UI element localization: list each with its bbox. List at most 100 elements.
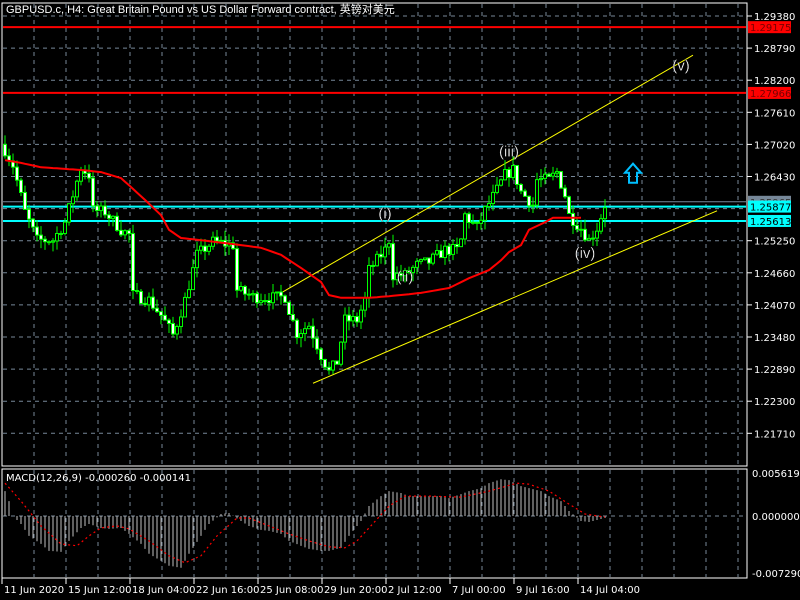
- price-tick-label: 1.24660: [754, 269, 795, 280]
- candle-bear: [135, 290, 139, 293]
- candle-bear: [107, 214, 111, 219]
- candle-bear: [255, 293, 259, 304]
- candle-bear: [391, 243, 395, 281]
- candle-bull: [307, 325, 311, 330]
- candle-bear: [547, 173, 551, 177]
- wave-label: (i): [378, 205, 391, 222]
- candle-bear: [43, 238, 47, 243]
- candle-bull: [187, 289, 191, 298]
- candle-bull: [79, 169, 83, 182]
- candle-bull: [199, 245, 203, 251]
- candle-bear: [379, 253, 383, 258]
- candle-bear: [523, 190, 527, 197]
- candle-bear: [119, 229, 123, 236]
- candle-bear: [575, 224, 579, 230]
- time-tick-label: 14 Jul 04:00: [580, 585, 640, 596]
- candle-bear: [171, 323, 175, 335]
- candle-bull: [551, 172, 555, 177]
- candle-bull: [271, 292, 275, 304]
- candle-bear: [347, 314, 351, 322]
- price-tick-label: 1.27610: [754, 108, 795, 119]
- candle-bull: [495, 184, 499, 193]
- candle-bear: [87, 172, 91, 179]
- price-tick-label: 1.28790: [754, 44, 795, 55]
- candle-bull: [195, 249, 199, 269]
- candle-bear: [475, 221, 479, 224]
- candle-bull: [55, 232, 59, 242]
- candle-bull: [451, 244, 455, 255]
- candle-bear: [31, 218, 35, 228]
- candle-bull: [443, 245, 447, 259]
- candle-bull: [359, 309, 363, 323]
- level-label: 1.25877: [750, 203, 791, 214]
- price-chart[interactable]: (i)(ii)(iii)(iv)(v) 1.293801.287901.2820…: [0, 0, 800, 600]
- time-tick-label: 29 Jun 20:00: [324, 585, 388, 596]
- candle-bull: [459, 238, 463, 248]
- candle-bear: [115, 215, 119, 231]
- candle-bull: [275, 291, 279, 294]
- candle-bull: [343, 314, 347, 343]
- candle-bear: [323, 358, 327, 368]
- candle-bear: [127, 230, 131, 235]
- level-label: 1.29175: [750, 23, 791, 34]
- time-tick-label: 11 Jun 2020: [4, 585, 64, 596]
- candle-bear: [467, 213, 471, 223]
- candle-bear: [243, 286, 247, 295]
- candle-bull: [71, 196, 75, 205]
- macd-panel: [4, 479, 606, 568]
- candle-bear: [291, 313, 295, 321]
- candle-bull: [331, 360, 335, 371]
- wave-label: (ii): [397, 269, 414, 286]
- candle-bull: [263, 300, 267, 303]
- candle-bull: [423, 257, 427, 261]
- wave-label: (v): [672, 57, 690, 74]
- candle-bull: [111, 215, 115, 219]
- candle-bull: [543, 173, 547, 179]
- time-tick-label: 2 Jul 12:00: [388, 585, 442, 596]
- candle-bear: [335, 360, 339, 365]
- candle-bear: [287, 301, 291, 315]
- candle-bear: [311, 325, 315, 339]
- panel-frames: [1, 2, 748, 579]
- candle-bear: [35, 226, 39, 236]
- candle-bull: [183, 296, 187, 318]
- candle-bear: [163, 314, 167, 321]
- candle-bull: [179, 316, 183, 328]
- candle-bull: [499, 179, 503, 186]
- elliott-wave-labels[interactable]: (i) (ii) (iii) (iv) (v): [378, 57, 690, 286]
- price-tick-label: 1.22890: [754, 365, 795, 376]
- time-tick-label: 25 Jun 08:00: [260, 585, 324, 596]
- candle-bear: [143, 302, 147, 306]
- candle-bull: [431, 253, 435, 264]
- candle-bear: [507, 168, 511, 178]
- candle-bear: [319, 348, 323, 360]
- candle-bear: [355, 316, 359, 323]
- candle-bear: [103, 205, 107, 216]
- candle-bear: [15, 166, 19, 181]
- level-label: 1.25613: [750, 217, 791, 228]
- price-tick-label: 1.23480: [754, 333, 795, 344]
- candle-bull: [239, 286, 243, 291]
- candle-bull: [463, 213, 467, 240]
- candle-bear: [283, 295, 287, 303]
- candle-bull: [591, 237, 595, 240]
- candle-bear: [47, 241, 51, 244]
- candle-bear: [3, 143, 7, 157]
- candle-bull: [303, 328, 307, 335]
- macd-label: MACD(12,26,9) -0.000260 -0.000141: [6, 473, 191, 484]
- chart-title: GBPUSD.c, H4: Great Britain Pound vs US …: [6, 2, 395, 16]
- grid-lines: [3, 4, 746, 577]
- candle-bear: [327, 366, 331, 371]
- up-arrow-icon: [622, 162, 644, 184]
- candle-bull: [383, 246, 387, 258]
- horizontal-levels: [3, 26, 746, 222]
- candle-bull: [487, 203, 491, 208]
- price-tick-label: 1.21710: [754, 429, 795, 440]
- candle-bear: [151, 296, 155, 309]
- candle-bear: [371, 264, 375, 267]
- time-tick-label: 9 Jul 16:00: [516, 585, 570, 596]
- time-axis: 11 Jun 2020 15 Jun 12:00 18 Jun 04:00 22 Ju…: [1, 578, 640, 596]
- up-arrow-icon[interactable]: [622, 162, 644, 184]
- candle-bear: [279, 291, 283, 297]
- candle-bear: [315, 337, 319, 350]
